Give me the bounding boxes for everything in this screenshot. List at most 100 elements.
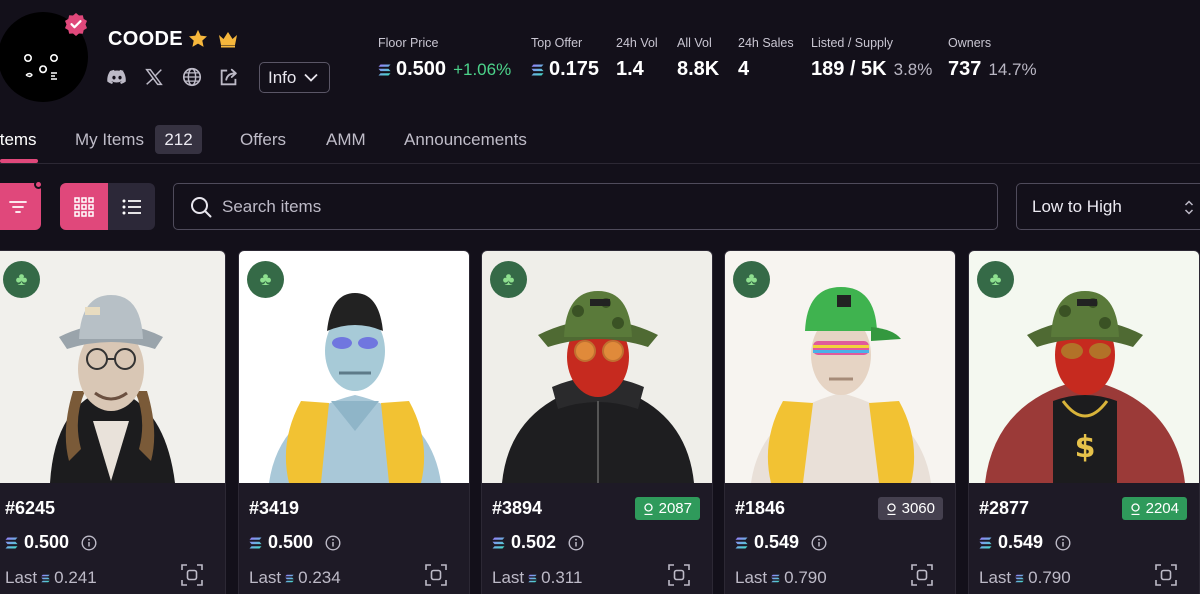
last-value: 0.790 bbox=[784, 568, 827, 587]
sol-icon bbox=[5, 537, 18, 549]
card-price: 0.500 bbox=[249, 532, 341, 553]
nft-card[interactable]: ♣ #1846 3060 0.549 Last 0.790 bbox=[724, 250, 956, 594]
stat-label: Owners bbox=[948, 36, 992, 50]
globe-icon[interactable] bbox=[181, 66, 203, 88]
my-items-count-badge: 212 bbox=[155, 125, 202, 154]
sol-icon bbox=[1015, 574, 1024, 583]
rarity-rank-badge: 2087 bbox=[634, 497, 700, 520]
price-value: 0.500 bbox=[24, 532, 70, 552]
last-sale: Last 0.790 bbox=[735, 568, 827, 588]
last-value: 0.234 bbox=[298, 568, 341, 587]
stat-listed-supply: Listed / Supply 189 / 5K 3.8% bbox=[811, 36, 932, 81]
price-value: 0.500 bbox=[268, 532, 314, 552]
sol-icon bbox=[249, 537, 262, 549]
tab-amm[interactable]: AMM bbox=[326, 130, 366, 150]
list-icon bbox=[122, 199, 141, 214]
rank-icon bbox=[1130, 502, 1140, 515]
quick-view-icon[interactable] bbox=[668, 564, 690, 586]
share-icon[interactable] bbox=[218, 66, 240, 88]
last-sale: Last 0.790 bbox=[979, 568, 1071, 588]
search-icon bbox=[191, 196, 212, 217]
stat-label: All Vol bbox=[677, 36, 712, 50]
token-id: #6245 bbox=[5, 498, 56, 518]
list-view-button[interactable] bbox=[108, 183, 155, 230]
stat-change: +1.06% bbox=[453, 59, 512, 79]
sort-select[interactable]: Low to High bbox=[1016, 183, 1200, 230]
x-twitter-icon[interactable] bbox=[143, 66, 165, 88]
collection-name: COODE bbox=[108, 28, 183, 50]
last-value: 0.311 bbox=[541, 568, 583, 587]
svg-text:$: $ bbox=[1075, 430, 1096, 465]
nft-card[interactable]: $ ♣ #2877 2204 0.549 Last 0.790 bbox=[968, 250, 1200, 594]
card-price: 0.549 bbox=[735, 532, 827, 553]
stat-label: Listed / Supply bbox=[811, 36, 893, 50]
info-icon[interactable] bbox=[81, 534, 97, 551]
sol-icon bbox=[285, 574, 294, 583]
rank-value: 2087 bbox=[658, 500, 692, 517]
sol-icon bbox=[735, 537, 748, 549]
filter-button[interactable] bbox=[0, 183, 41, 230]
stat-24h-sales: 24h Sales 4 bbox=[738, 36, 794, 81]
sol-icon bbox=[771, 574, 780, 583]
last-sale: Last 0.311 bbox=[492, 568, 582, 588]
sol-icon bbox=[378, 64, 391, 76]
clover-badge-icon: ♣ bbox=[490, 261, 527, 298]
tab-my-items[interactable]: My Items bbox=[75, 130, 144, 150]
sol-icon bbox=[531, 64, 544, 76]
rank-icon bbox=[886, 502, 896, 515]
quick-view-icon[interactable] bbox=[911, 564, 933, 586]
card-price: 0.549 bbox=[979, 532, 1071, 553]
grid-view-button[interactable] bbox=[60, 183, 108, 230]
last-value: 0.241 bbox=[54, 568, 97, 587]
nft-card[interactable]: ♣ #3894 2087 0.502 Last 0.311 bbox=[481, 250, 713, 594]
sol-icon bbox=[492, 537, 505, 549]
quick-view-icon[interactable] bbox=[181, 564, 203, 586]
stat-value: 4 bbox=[738, 58, 750, 80]
last-label: Last bbox=[249, 568, 282, 587]
search-input[interactable] bbox=[222, 196, 982, 217]
info-dropdown[interactable]: Info bbox=[259, 62, 330, 93]
tab-announcements[interactable]: Announcements bbox=[404, 130, 527, 150]
token-id: #2877 bbox=[979, 498, 1030, 518]
stat-percent: 3.8% bbox=[893, 59, 933, 79]
sort-selected-label: Low to High bbox=[1032, 196, 1122, 216]
discord-icon[interactable] bbox=[106, 66, 128, 88]
stat-all-vol: All Vol 8.8K bbox=[677, 36, 719, 81]
clover-badge-icon: ♣ bbox=[733, 261, 770, 298]
stat-percent: 14.7% bbox=[988, 59, 1037, 79]
stat-label: Top Offer bbox=[531, 36, 583, 50]
sol-icon bbox=[979, 537, 992, 549]
rank-value: 3060 bbox=[901, 500, 935, 517]
crown-icon bbox=[219, 32, 237, 48]
token-id: #1846 bbox=[735, 498, 786, 518]
verified-badge-icon bbox=[65, 13, 87, 36]
price-value: 0.502 bbox=[511, 532, 557, 552]
chevron-up-down-icon bbox=[1184, 200, 1194, 215]
stat-value: 0.175 bbox=[549, 58, 600, 80]
quick-view-icon[interactable] bbox=[1155, 564, 1177, 586]
sol-icon bbox=[41, 574, 50, 583]
info-icon[interactable] bbox=[325, 534, 341, 551]
token-id: #3894 bbox=[492, 498, 543, 518]
sol-icon bbox=[528, 574, 537, 583]
card-price: 0.500 bbox=[5, 532, 97, 553]
info-label: Info bbox=[268, 67, 297, 87]
card-price: 0.502 bbox=[492, 532, 584, 553]
active-tab-indicator bbox=[0, 159, 38, 163]
stat-24h-vol: 24h Vol 1.4 bbox=[616, 36, 658, 81]
stat-value: 189 / 5K bbox=[811, 58, 887, 80]
info-icon[interactable] bbox=[811, 534, 827, 551]
nft-card[interactable]: ♣ #3419 0.500 Last 0.234 bbox=[238, 250, 470, 594]
search-box bbox=[173, 183, 998, 230]
info-icon[interactable] bbox=[568, 534, 584, 551]
stat-value: 737 bbox=[948, 58, 982, 80]
tab-offers[interactable]: Offers bbox=[240, 130, 286, 150]
stat-value: 1.4 bbox=[616, 58, 644, 80]
chevron-down-icon bbox=[304, 73, 318, 82]
info-icon[interactable] bbox=[1055, 534, 1071, 551]
stat-label: 24h Vol bbox=[616, 36, 658, 50]
tab-items[interactable]: Items bbox=[0, 130, 37, 150]
nft-card[interactable]: ♣ #6245 0.500 Last 0.241 bbox=[0, 250, 226, 594]
stat-value: 0.500 bbox=[396, 58, 447, 80]
quick-view-icon[interactable] bbox=[425, 564, 447, 586]
